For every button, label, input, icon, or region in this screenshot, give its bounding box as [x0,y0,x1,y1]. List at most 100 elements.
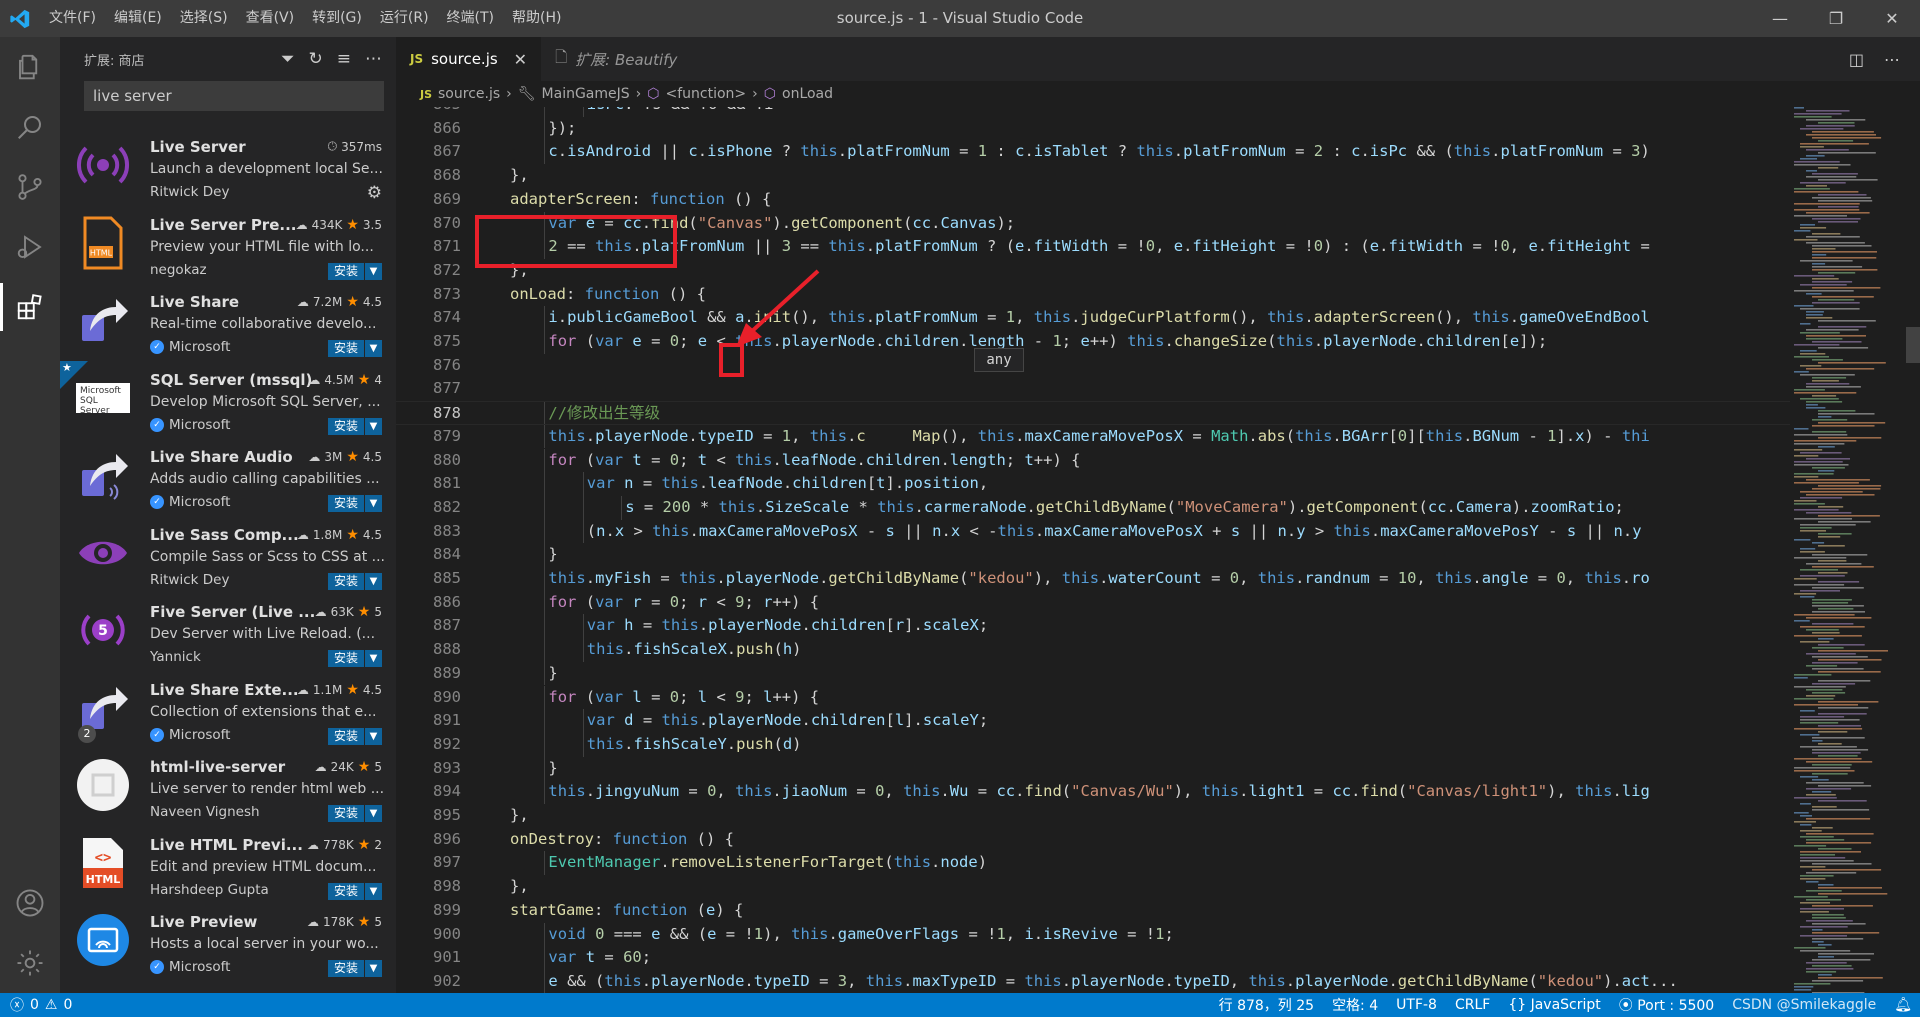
code-line[interactable]: 879 this.playerNode.typeID = 1, this.c Ma… [396,424,1790,449]
more-actions-icon[interactable]: ⋯ [1884,50,1900,69]
code-editor[interactable]: 865isPc: !s && !o && !i866});867c.isAndr… [396,107,1790,993]
code-line[interactable]: 891 var d = this.playerNode.children[l].s… [396,709,1790,733]
tab-extension-beautify[interactable]: 🗋 扩展: Beautify [541,37,691,81]
extension-search-input[interactable]: live server [84,81,384,111]
minimap[interactable] [1790,107,1920,993]
code-line[interactable]: 875 for (var e = 0; e < this.playerNode.c… [396,330,1790,354]
install-button[interactable]: 安装 ▼ [327,805,382,822]
menu-item[interactable]: 转到(G) [303,0,371,37]
code-line[interactable]: 874 i.publicGameBool && a.init(), this.pl… [396,306,1790,330]
encoding[interactable]: UTF-8 [1396,997,1437,1013]
code-line[interactable]: 890 for (var l = 0; l < 9; l++) { [396,685,1790,710]
editor-scrollbar[interactable] [1906,107,1920,993]
code-line[interactable]: 882 s = 200 * this.SizeScale * this.carme… [396,495,1790,520]
code-line[interactable]: 894 this.jingyuNum = 0, this.jiaoNum = 0,… [396,780,1790,804]
chevron-down-icon[interactable]: ▼ [365,805,382,822]
code-line[interactable]: 892 this.fishScaleY.push(d) [396,732,1790,757]
code-line[interactable]: 873 onLoad: function () { [396,283,1790,307]
chevron-down-icon[interactable]: ▼ [365,417,382,435]
error-icon[interactable]: ⓧ [10,995,24,1015]
code-line[interactable]: 902 e && (this.playerNode.typeID = 3, thi… [396,969,1790,993]
code-line[interactable]: 881 var n = this.leafNode.children[t].pos… [396,472,1790,496]
code-line[interactable]: 887 var h = this.playerNode.children[r].s… [396,614,1790,639]
install-button[interactable]: 安装 ▼ [327,340,382,357]
extension-item[interactable]: 5 Five Server (Live ... ☁︎ 63K ★ 5 Dev Server … [60,593,396,671]
install-button[interactable]: 安装 ▼ [327,495,382,512]
code-line[interactable]: 897 EventManager.removeListenerForTarget(… [396,851,1790,876]
clear-list-icon[interactable]: ≡ [337,49,351,69]
extension-item[interactable]: Live Share Audio ☁︎ 3M ★ 4.5 Adds audio calli… [60,438,396,516]
restore-button[interactable]: ❐ [1808,0,1864,37]
install-button[interactable]: 安装 ▼ [327,960,382,977]
code-line[interactable]: 867 c.isAndroid || c.isPhone ? this.platF… [396,140,1790,165]
code-line[interactable]: 877 [396,377,1790,401]
code-line[interactable]: 888 this.fishScaleX.push(h) [396,638,1790,662]
install-button[interactable]: 安装 ▼ [327,262,382,280]
chevron-down-icon[interactable]: ▼ [365,495,382,512]
code-line[interactable]: 895}, [396,804,1790,828]
menu-item[interactable]: 选择(S) [171,0,237,37]
install-button[interactable]: 安装 ▼ [327,727,382,745]
search-icon[interactable] [0,97,60,157]
code-line[interactable]: 889} [396,661,1790,686]
chevron-down-icon[interactable]: ▼ [365,340,382,357]
code-line[interactable]: 884} [396,543,1790,567]
code-line[interactable]: 885 this.myFish = this.playerNode.getChil… [396,567,1790,591]
end-of-line[interactable]: CRLF [1455,997,1490,1013]
language-mode[interactable]: {} JavaScript [1508,997,1600,1013]
code-line[interactable]: 868}, [396,164,1790,188]
code-line[interactable]: 880 for (var t = 0; t < this.leafNode.chi… [396,448,1790,473]
explorer-icon[interactable] [0,37,60,97]
code-line[interactable]: 876 [396,354,1790,378]
chevron-down-icon[interactable]: ▼ [365,262,382,280]
menu-item[interactable]: 查看(V) [237,0,304,37]
code-line[interactable]: 893} [396,756,1790,781]
code-line[interactable]: 899 startGame: function (e) { [396,899,1790,923]
breadcrumb-item[interactable]: MainGameJS [542,86,630,102]
warning-count[interactable]: 0 [63,997,72,1013]
menu-item[interactable]: 运行(R) [371,0,438,37]
extension-item[interactable]: ★ Microsoft SQL Server SQL Server (mssql) ☁… [60,360,396,439]
install-button[interactable]: 安装 ▼ [327,572,382,590]
code-line[interactable]: 878 //修改出生等级 [396,401,1790,425]
tab-source-js[interactable]: JS source.js ✕ [396,37,542,81]
live-server-port[interactable]: ⦿ Port : 5500 [1619,995,1714,1015]
cursor-position[interactable]: 行 878，列 25 [1219,995,1314,1015]
code-line[interactable]: 901 var t = 60; [396,946,1790,970]
code-line[interactable]: 869 adapterScreen: function () { [396,188,1790,212]
extension-item[interactable]: 2 Live Share Exte... ☁︎ 1.1M ★ 4.5 Collection … [60,671,396,749]
breadcrumb-file[interactable]: source.js [438,86,500,102]
source-control-icon[interactable] [0,157,60,217]
menu-item[interactable]: 文件(F) [40,0,105,37]
install-button[interactable]: 安装 ▼ [327,417,382,435]
extension-item[interactable]: Live Share ☁︎ 7.2M ★ 4.5 Real-time collaborat… [60,283,396,361]
extension-item[interactable]: HTML Live Server Pre... ☁︎ 434K ★ 3.5 Preview … [60,206,396,284]
extension-item[interactable]: html-live-server ☁︎ 24K ★ 5 Live server to re… [60,748,396,826]
extension-item[interactable]: Live Server 🕓︎ 357ms Launch a development l… [60,128,396,206]
more-actions-icon[interactable]: ⋯ [365,49,382,69]
split-editor-icon[interactable]: ◫ [1849,50,1864,69]
manage-gear-icon[interactable]: ⚙ [367,183,382,203]
code-line[interactable]: 866}); [396,116,1790,141]
extensions-icon[interactable] [0,277,60,337]
code-line[interactable]: 900 void 0 === e && (e = !1), this.gameOv… [396,922,1790,947]
menu-item[interactable]: 终端(T) [438,0,503,37]
install-button[interactable]: 安装 ▼ [327,650,382,667]
menu-item[interactable]: 帮助(H) [503,0,570,37]
chevron-down-icon[interactable]: ▼ [365,650,382,667]
install-button[interactable]: 安装 ▼ [327,882,382,900]
code-line[interactable]: 883 (n.x > this.maxCameraMovePosX - s || … [396,519,1790,544]
run-debug-icon[interactable] [0,217,60,277]
minimize-button[interactable]: — [1752,0,1808,37]
code-line[interactable]: 865 isPc: !s && !o && !i [396,107,1790,117]
tab-close-icon[interactable]: ✕ [514,50,527,69]
breadcrumb-item[interactable]: onLoad [782,86,833,102]
breadcrumb-item[interactable]: <function> [666,86,747,102]
menu-item[interactable]: 编辑(E) [105,0,171,37]
refresh-icon[interactable]: ↻ [309,49,323,69]
chevron-down-icon[interactable]: ▼ [365,960,382,977]
settings-gear-icon[interactable] [0,933,60,993]
indentation[interactable]: 空格: 4 [1332,995,1378,1015]
extension-item[interactable]: HTML <> Live HTML Previ... ☁︎ 778K ★ 2 Edit and… [60,826,396,904]
account-icon[interactable] [0,873,60,933]
